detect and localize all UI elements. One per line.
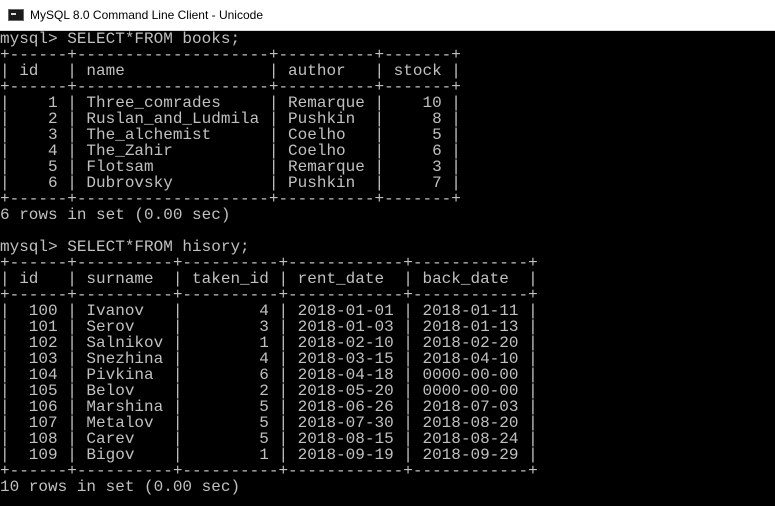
console-line: | 109 | Bigov | 1 | 2018-09-19 | 2018-09… xyxy=(0,446,538,464)
console-output[interactable]: mysql> SELECT*FROM books; +------+-------… xyxy=(0,31,775,506)
console-line: | id | name | author | stock | xyxy=(0,62,461,80)
console-line: | 2 | Ruslan_and_Ludmila | Pushkin | 8 | xyxy=(0,110,461,128)
console-line: | 105 | Belov | 2 | 2018-05-20 | 0000-00… xyxy=(0,382,538,400)
title-bar[interactable]: MySQL 8.0 Command Line Client - Unicode xyxy=(0,0,775,31)
console-line: +------+----------+----------+----------… xyxy=(0,462,538,480)
console-line: | 104 | Pivkina | 6 | 2018-04-18 | 0000-… xyxy=(0,366,538,384)
console-line: mysql> SELECT*FROM books; xyxy=(0,31,241,48)
console-line: | 5 | Flotsam | Remarque | 3 | xyxy=(0,158,461,176)
console-line: +------+----------+----------+----------… xyxy=(0,254,538,272)
console-line: | 100 | Ivanov | 4 | 2018-01-01 | 2018-0… xyxy=(0,302,538,320)
console-line: | 6 | Dubrovsky | Pushkin | 7 | xyxy=(0,174,461,192)
console-line: 10 rows in set (0.00 sec) xyxy=(0,478,241,496)
console-icon xyxy=(8,9,24,21)
console-line: | 1 | Three_comrades | Remarque | 10 | xyxy=(0,94,461,112)
console-line: | 103 | Snezhina | 4 | 2018-03-15 | 2018… xyxy=(0,350,538,368)
console-line: 6 rows in set (0.00 sec) xyxy=(0,206,231,224)
console-line: +------+--------------------+----------+… xyxy=(0,78,461,96)
console-line: | 108 | Carev | 5 | 2018-08-15 | 2018-08… xyxy=(0,430,538,448)
console-line: | 106 | Marshina | 5 | 2018-06-26 | 2018… xyxy=(0,398,538,416)
console-line: +------+--------------------+----------+… xyxy=(0,46,461,64)
console-line: mysql> SELECT*FROM hisory; xyxy=(0,238,250,256)
console-line: | 101 | Serov | 3 | 2018-01-03 | 2018-01… xyxy=(0,318,538,336)
window-title: MySQL 8.0 Command Line Client - Unicode xyxy=(30,8,263,22)
console-line: +------+--------------------+----------+… xyxy=(0,190,461,208)
console-line: +------+----------+----------+----------… xyxy=(0,286,538,304)
console-line: | 102 | Salnikov | 1 | 2018-02-10 | 2018… xyxy=(0,334,538,352)
console-line: | id | surname | taken_id | rent_date | … xyxy=(0,270,538,288)
console-line: | 107 | Metalov | 5 | 2018-07-30 | 2018-… xyxy=(0,414,538,432)
console-line: | 3 | The_alchemist | Coelho | 5 | xyxy=(0,126,461,144)
console-line: | 4 | The_Zahir | Coelho | 6 | xyxy=(0,142,461,160)
